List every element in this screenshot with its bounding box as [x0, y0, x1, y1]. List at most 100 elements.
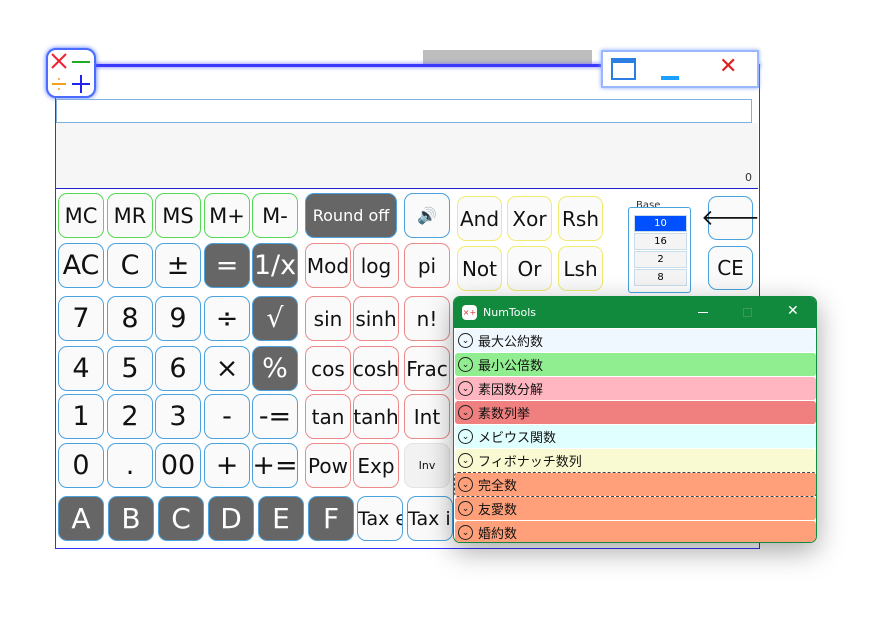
numtools-item-label: メビウス関数: [478, 431, 557, 446]
key-button[interactable]: ±: [155, 243, 201, 288]
base-option[interactable]: 8: [634, 269, 687, 286]
chevron-down-icon: ⌄: [458, 429, 473, 444]
chevron-down-icon: ⌄: [458, 333, 473, 348]
function-button[interactable]: tan: [305, 394, 351, 439]
key-button[interactable]: 6: [155, 346, 201, 391]
key-button[interactable]: 8: [107, 296, 153, 341]
numtools-item[interactable]: ⌄ メビウス関数: [455, 425, 816, 448]
numtools-logo-icon: ×+: [462, 305, 477, 320]
numtools-maximize-icon[interactable]: [743, 308, 752, 317]
hex-button[interactable]: A: [58, 496, 104, 541]
key-button[interactable]: 5: [107, 346, 153, 391]
minimize-icon[interactable]: [661, 76, 679, 80]
key-button[interactable]: 1/x: [252, 243, 298, 288]
key-button[interactable]: -: [204, 394, 250, 439]
close-icon[interactable]: ✕: [719, 54, 737, 79]
hex-button[interactable]: F: [308, 496, 354, 541]
clear-entry-button[interactable]: CE: [708, 246, 753, 290]
result-value: 0: [745, 171, 752, 184]
function-button[interactable]: Exp: [353, 443, 399, 488]
hex-button[interactable]: D: [208, 496, 254, 541]
logic-button[interactable]: Xor: [507, 196, 552, 241]
function-button[interactable]: Int: [404, 394, 450, 439]
key-button[interactable]: 3: [155, 394, 201, 439]
chevron-down-icon: ⌄: [458, 381, 473, 396]
function-button[interactable]: cos: [305, 346, 351, 391]
speaker-button[interactable]: 🔊: [404, 193, 450, 238]
key-button[interactable]: 1: [58, 394, 104, 439]
function-button[interactable]: sin: [305, 296, 351, 341]
numtools-item[interactable]: ⌄ 完全数: [454, 472, 816, 497]
hex-button[interactable]: C: [158, 496, 204, 541]
tax-button[interactable]: Tax e: [357, 496, 403, 541]
key-button[interactable]: ÷: [204, 296, 250, 341]
memory-button[interactable]: MS: [155, 193, 201, 238]
numtools-item[interactable]: ⌄ 素因数分解: [455, 377, 816, 400]
logic-button[interactable]: Lsh: [558, 246, 603, 291]
round-off-button[interactable]: Round off: [305, 193, 397, 238]
numtools-item-label: 最小公倍数: [478, 359, 544, 374]
function-button[interactable]: Pow: [305, 443, 351, 488]
memory-button[interactable]: M-: [252, 193, 298, 238]
key-button[interactable]: ×: [204, 346, 250, 391]
numtools-item[interactable]: ⌄ フィボナッチ数列: [455, 449, 816, 472]
numtools-title-bar: ×+ NumTools ✕: [454, 297, 816, 328]
numtools-minimize-icon[interactable]: [698, 312, 708, 313]
memory-button[interactable]: M+: [204, 193, 250, 238]
base-option[interactable]: 10: [634, 215, 687, 232]
numtools-item-label: 完全数: [478, 479, 518, 494]
hex-button[interactable]: B: [108, 496, 154, 541]
numtools-item[interactable]: ⌄ 婚約数: [455, 521, 816, 542]
hex-button[interactable]: E: [258, 496, 304, 541]
function-button[interactable]: Frac: [404, 346, 450, 391]
logic-button[interactable]: Not: [457, 246, 502, 291]
memory-button[interactable]: MC: [58, 193, 104, 238]
key-button[interactable]: 0: [58, 443, 104, 488]
base-option[interactable]: 2: [634, 251, 687, 268]
function-button[interactable]: log: [353, 243, 399, 288]
key-button[interactable]: AC: [58, 243, 104, 288]
logic-button[interactable]: And: [457, 196, 502, 241]
logic-button[interactable]: Or: [507, 246, 552, 291]
function-button[interactable]: tanh: [353, 394, 399, 439]
key-button[interactable]: %: [252, 346, 298, 391]
numtools-item-label: 婚約数: [478, 527, 518, 542]
chevron-down-icon: ⌄: [458, 405, 473, 420]
logic-button[interactable]: Rsh: [558, 196, 603, 241]
key-button[interactable]: 00: [155, 443, 201, 488]
key-button[interactable]: .: [107, 443, 153, 488]
numtools-item[interactable]: ⌄ 最小公倍数: [455, 353, 816, 376]
function-button[interactable]: n!: [404, 296, 450, 341]
key-button[interactable]: 9: [155, 296, 201, 341]
numtools-close-icon[interactable]: ✕: [787, 303, 799, 319]
expression-input[interactable]: [56, 99, 752, 123]
backspace-button[interactable]: 🡐: [701, 196, 760, 240]
restore-icon[interactable]: [611, 58, 636, 80]
key-button[interactable]: C: [107, 243, 153, 288]
numtools-item-label: 最大公約数: [478, 335, 544, 350]
base-selector[interactable]: 10 16 2 8: [628, 207, 691, 293]
numtools-item[interactable]: ⌄ 友愛数: [455, 497, 816, 520]
key-button[interactable]: +: [204, 443, 250, 488]
function-button[interactable]: cosh: [353, 346, 399, 391]
key-button[interactable]: √: [252, 296, 298, 341]
key-button[interactable]: 7: [58, 296, 104, 341]
numtools-item[interactable]: ⌄ 素数列挙: [455, 401, 816, 424]
window-controls: ✕: [601, 50, 759, 88]
function-button[interactable]: Inv: [404, 443, 450, 488]
function-button[interactable]: pi: [404, 243, 450, 288]
tax-button[interactable]: Tax i: [407, 496, 453, 541]
numtools-item-label: 友愛数: [478, 503, 518, 518]
key-button[interactable]: +=: [252, 443, 298, 488]
key-button[interactable]: =: [204, 243, 250, 288]
function-button[interactable]: sinh: [353, 296, 399, 341]
base-option[interactable]: 16: [634, 233, 687, 250]
key-button[interactable]: 4: [58, 346, 104, 391]
chevron-down-icon: ⌄: [458, 501, 473, 516]
memory-button[interactable]: MR: [107, 193, 153, 238]
function-button[interactable]: Mod: [305, 243, 351, 288]
numtools-item[interactable]: ⌄ 最大公約数: [455, 329, 816, 352]
key-button[interactable]: 2: [107, 394, 153, 439]
key-button[interactable]: -=: [252, 394, 298, 439]
numtools-title: NumTools: [483, 306, 537, 319]
